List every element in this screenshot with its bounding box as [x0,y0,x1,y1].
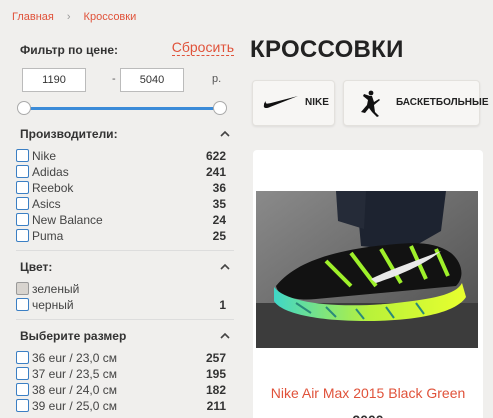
product-name-link[interactable]: Nike Air Max 2015 Black Green [253,385,483,401]
price-dash: - [112,73,116,85]
option-label: зеленый [32,282,80,296]
option-count: 35 [212,197,226,211]
page-title: КРОССОВКИ [250,36,404,63]
filter-sidebar: Фильтр по цене: Сбросить - р. Производит… [16,36,234,414]
price-slider-track [24,107,220,110]
checkbox[interactable] [16,298,29,311]
product-price: 2000 [253,412,483,418]
option-count: 25 [212,229,226,243]
checkbox[interactable] [16,367,29,380]
filter-option-size-39[interactable]: 39 eur / 25,0 см 211 [16,398,234,414]
option-label: New Balance [32,213,103,227]
option-label: черный [32,298,74,312]
price-from-input[interactable] [22,68,86,92]
option-count: 211 [206,399,226,413]
option-label: 38 eur / 24,0 см [32,383,117,397]
filter-option-nike[interactable]: Nike 622 [16,148,234,164]
nike-swoosh-icon [263,96,298,109]
color-header[interactable]: Цвет: [16,257,234,277]
price-slider[interactable] [16,98,234,118]
option-label: 36 eur / 23,0 см [32,351,117,365]
breadcrumb: Главная › Кроссовки [12,11,136,23]
filter-option-size-37[interactable]: 37 eur / 23,5 см 195 [16,366,234,382]
section-divider [16,250,234,251]
chevron-up-icon[interactable] [219,331,231,341]
option-count: 195 [205,367,226,381]
option-count: 1 [219,298,226,312]
option-label: Reebok [32,181,74,195]
filter-option-size-36[interactable]: 36 eur / 23,0 см 257 [16,350,234,366]
price-unit: р. [212,73,222,85]
price-filter-header: Фильтр по цене: Сбросить [16,36,234,62]
price-filter-title: Фильтр по цене: [20,43,118,57]
manufacturers-header[interactable]: Производители: [16,124,234,144]
option-label: Puma [32,229,64,243]
option-label: Adidas [32,165,69,179]
filter-option-green: зеленый [16,281,234,297]
filter-option-new-balance[interactable]: New Balance 24 [16,212,234,228]
chevron-up-icon[interactable] [219,262,231,272]
checkbox[interactable] [16,229,29,242]
sneaker-photo-image [256,191,478,348]
checkbox[interactable] [16,197,29,210]
option-label: 37 eur / 23,5 см [32,367,117,381]
option-count: 182 [205,383,226,397]
brand-filter-basketball[interactable]: БАСКЕТБОЛЬНЫЕ [343,80,489,126]
brand-filter-nike[interactable]: NIKE [252,80,335,126]
option-label: 39 eur / 25,0 см [32,399,117,413]
checkbox[interactable] [16,213,29,226]
checkbox[interactable] [16,181,29,194]
manufacturers-list: Nike 622 Adidas 241 Reebok 36 Asics 35 N… [16,148,234,244]
size-header[interactable]: Выберите размер [16,326,234,346]
color-list: зеленый черный 1 [16,281,234,313]
checkbox[interactable] [16,149,29,162]
price-to-input[interactable] [120,68,184,92]
jumpman-icon [361,90,380,117]
checkbox[interactable] [16,399,29,412]
manufacturers-title: Производители: [20,127,118,141]
reset-filter-link[interactable]: Сбросить [171,39,234,56]
color-title: Цвет: [20,260,53,274]
checkbox[interactable] [16,351,29,364]
brand-label: БАСКЕТБОЛЬНЫЕ [396,97,489,108]
option-count: 36 [212,181,226,195]
checkbox[interactable] [16,165,29,178]
chevron-up-icon[interactable] [219,129,231,139]
breadcrumb-separator: › [66,11,71,23]
checkbox[interactable] [16,383,29,396]
product-image[interactable] [256,191,478,348]
option-count: 241 [205,165,226,179]
price-slider-min-handle[interactable] [17,101,31,115]
brand-label: NIKE [305,97,329,108]
option-count: 257 [205,351,226,365]
filter-option-size-38[interactable]: 38 eur / 24,0 см 182 [16,382,234,398]
section-divider [16,319,234,320]
option-label: Asics [32,197,61,211]
filter-option-black[interactable]: черный 1 [16,297,234,313]
filter-option-asics[interactable]: Asics 35 [16,196,234,212]
option-count: 622 [205,149,226,163]
checkbox-disabled [16,282,29,295]
option-count: 24 [212,213,226,227]
filter-option-reebok[interactable]: Reebok 36 [16,180,234,196]
size-title: Выберите размер [20,329,127,343]
filter-option-adidas[interactable]: Adidas 241 [16,164,234,180]
product-card[interactable]: Nike Air Max 2015 Black Green 2000 [253,150,483,418]
option-label: Nike [32,149,57,163]
filter-option-puma[interactable]: Puma 25 [16,228,234,244]
breadcrumb-home-link[interactable]: Главная [12,11,54,23]
price-range-inputs: - р. [16,68,234,96]
breadcrumb-current-link[interactable]: Кроссовки [84,11,137,23]
size-list: 36 eur / 23,0 см 257 37 eur / 23,5 см 19… [16,350,234,414]
price-slider-max-handle[interactable] [213,101,227,115]
